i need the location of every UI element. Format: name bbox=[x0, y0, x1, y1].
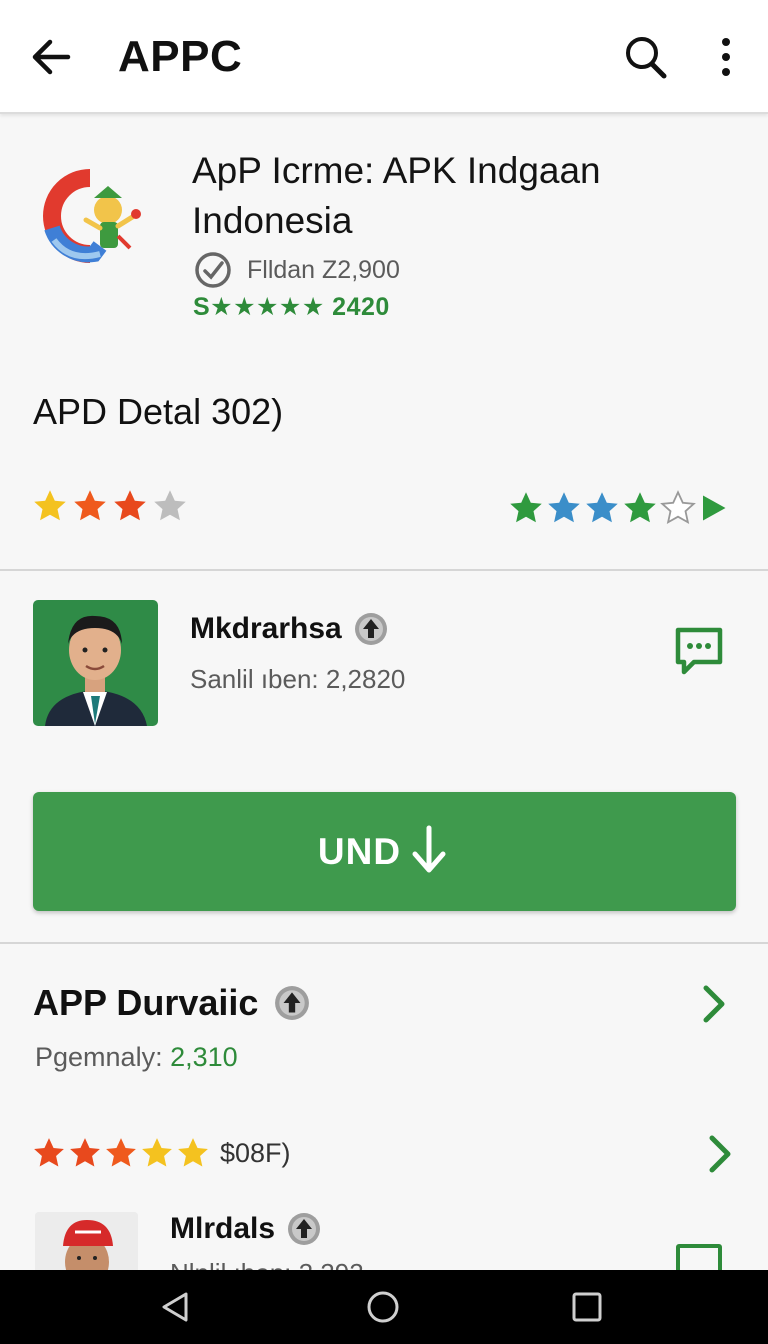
star-icon bbox=[74, 490, 106, 521]
reviewer-avatar[interactable] bbox=[33, 600, 158, 726]
play-arrow-icon[interactable] bbox=[698, 486, 728, 530]
nav-home-icon[interactable] bbox=[366, 1290, 400, 1324]
divider bbox=[0, 942, 768, 944]
app2-price: $08F) bbox=[220, 1137, 291, 1168]
system-nav-bar bbox=[0, 1270, 768, 1344]
developer-name: Flldan Z2,900 bbox=[247, 255, 400, 284]
app2-subtitle: Pgemnaly: 2,310 bbox=[35, 1042, 238, 1073]
star-icon bbox=[34, 1138, 64, 1167]
star-icon bbox=[178, 1138, 208, 1167]
developer-row: Flldan Z2,900 bbox=[193, 250, 400, 290]
app2-subtitle-label: Pgemnaly: bbox=[35, 1042, 171, 1072]
detail-section-title: APD Detal 302) bbox=[33, 391, 284, 432]
star-icon bbox=[154, 490, 186, 521]
star-icon bbox=[624, 492, 656, 523]
app2-rating-row: $08F) bbox=[32, 1136, 291, 1170]
chat-bubble-icon[interactable] bbox=[672, 624, 726, 678]
list-item-subtitle: Nlnlil ıben: 2,292 bbox=[170, 1258, 364, 1270]
app-name: ApP Icrme: APK Indgaan Indonesia bbox=[192, 150, 601, 241]
upload-badge-icon bbox=[275, 986, 310, 1020]
reviewer-name: Mkdrarhsa bbox=[190, 612, 342, 645]
list-item-name: Mlrdals bbox=[170, 1212, 276, 1245]
upload-badge-icon bbox=[288, 1213, 321, 1245]
checkbox[interactable] bbox=[676, 1244, 722, 1270]
list-item[interactable]: Mlrdals Nlnlil ıben: 2,292 bbox=[0, 1208, 768, 1270]
star-icon bbox=[548, 492, 580, 523]
reviewer-name-row: Mkdrarhsa bbox=[190, 612, 388, 646]
list-item-name-row: Mlrdals bbox=[170, 1212, 321, 1246]
install-button[interactable]: UND bbox=[33, 792, 736, 911]
app-bar-title: APPC bbox=[118, 32, 243, 81]
reviewer-row[interactable]: Mkdrarhsa Sanlil ıben: 2,2820 bbox=[0, 578, 768, 728]
app2-title-row[interactable]: APP Durvaiic bbox=[33, 982, 310, 1024]
star-outline-icon bbox=[660, 490, 696, 525]
app-header: ApP Icrme: APK Indgaan Indonesia Flldan … bbox=[0, 116, 768, 346]
list-item-avatar[interactable] bbox=[35, 1212, 138, 1270]
detail-stars-right bbox=[508, 486, 728, 530]
chevron-right-icon[interactable] bbox=[706, 1134, 736, 1174]
verified-badge-icon bbox=[195, 252, 231, 288]
top-app-bar: APPC bbox=[0, 0, 768, 114]
install-button-label: UND bbox=[317, 830, 402, 872]
detail-stars-left bbox=[32, 488, 188, 524]
star-icon bbox=[586, 492, 618, 523]
app-logo-icon[interactable] bbox=[30, 150, 160, 280]
divider bbox=[0, 569, 768, 571]
download-icon bbox=[412, 825, 446, 872]
upload-badge-icon bbox=[354, 613, 387, 645]
app2-title: APP Durvaiic bbox=[33, 982, 259, 1023]
back-arrow-icon[interactable] bbox=[28, 34, 74, 80]
app2-subtitle-value: 2,310 bbox=[170, 1042, 238, 1072]
reviewer-subtitle: Sanlil ıben: 2,2820 bbox=[190, 664, 406, 694]
more-options-icon[interactable] bbox=[716, 36, 736, 80]
app-rating: S★★★★★ 2420 bbox=[193, 293, 390, 321]
star-icon bbox=[510, 492, 542, 523]
search-icon[interactable] bbox=[624, 34, 668, 80]
chevron-right-icon[interactable] bbox=[700, 984, 730, 1024]
star-icon bbox=[34, 490, 66, 521]
nav-back-icon[interactable] bbox=[158, 1290, 192, 1324]
star-icon bbox=[106, 1138, 136, 1167]
star-icon bbox=[114, 490, 146, 521]
nav-recents-icon[interactable] bbox=[570, 1290, 604, 1324]
star-icon bbox=[142, 1138, 172, 1167]
star-icon bbox=[70, 1138, 100, 1167]
